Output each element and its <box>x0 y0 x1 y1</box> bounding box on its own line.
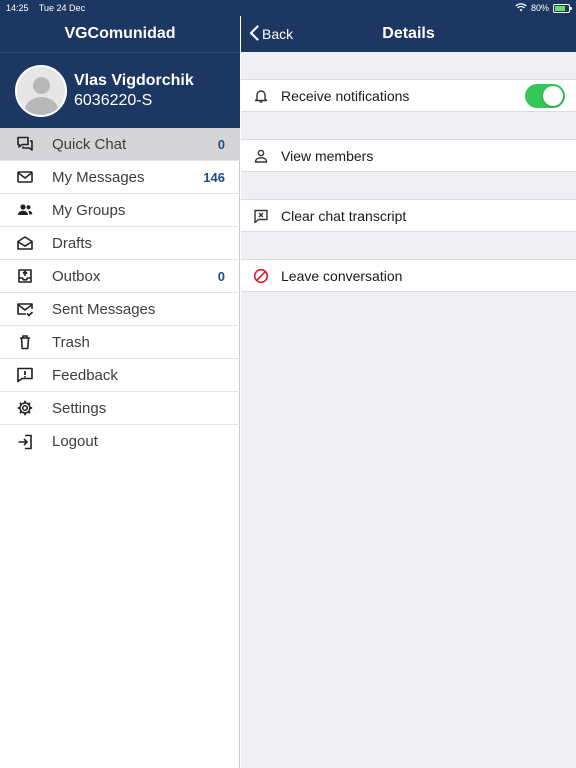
logout-icon <box>16 433 34 451</box>
sidebar-item-label: My Messages <box>52 168 145 186</box>
details-header: Details Back <box>241 16 576 52</box>
avatar <box>15 64 67 117</box>
sidebar-item-my-messages[interactable]: My Messages 146 <box>0 161 240 194</box>
battery-icon <box>553 3 572 13</box>
view-members-row[interactable]: View members <box>241 139 576 172</box>
block-icon <box>253 268 269 284</box>
outbox-count: 0 <box>217 268 225 284</box>
receive-notifications-label: Receive notifications <box>281 87 410 104</box>
wifi-icon <box>515 2 527 14</box>
group-icon <box>16 201 34 219</box>
person-icon <box>253 148 269 164</box>
outbox-icon <box>16 267 34 285</box>
sidebar-item-label: Settings <box>52 399 107 417</box>
clear-chat-transcript-label: Clear chat transcript <box>281 207 407 224</box>
mail-icon <box>16 168 34 186</box>
receive-notifications-row: Receive notifications <box>241 79 576 112</box>
sidebar-item-sent-messages[interactable]: Sent Messages <box>0 293 240 326</box>
back-button[interactable]: Back <box>249 16 293 52</box>
sidebar-item-settings[interactable]: Settings <box>0 392 240 425</box>
sidebar: VGComunidad Vlas Vigdorchik 6036220-S Qu… <box>0 0 240 768</box>
profile-id: 6036220-S <box>74 91 153 109</box>
status-bar: 14:25 Tue 24 Dec 80% <box>0 0 576 16</box>
open-mail-icon <box>16 234 34 252</box>
sidebar-item-label: Sent Messages <box>52 300 156 318</box>
battery-percent: 80% <box>530 3 549 13</box>
notifications-toggle[interactable] <box>525 84 565 108</box>
leave-conversation-label: Leave conversation <box>281 267 403 284</box>
sidebar-item-label: Drafts <box>52 234 93 252</box>
leave-conversation-row[interactable]: Leave conversation <box>241 259 576 292</box>
sidebar-item-label: Outbox <box>52 267 101 285</box>
toggle-knob <box>543 86 563 106</box>
status-bar-left: 14:25 Tue 24 Dec <box>6 3 93 13</box>
sidebar-item-my-groups[interactable]: My Groups <box>0 194 240 227</box>
clear-chat-transcript-row[interactable]: Clear chat transcript <box>241 199 576 232</box>
sent-mail-icon <box>16 300 34 318</box>
sidebar-item-logout[interactable]: Logout <box>0 425 240 458</box>
chat-icon <box>16 135 34 153</box>
profile-name: Vlas Vigdorchik <box>74 71 194 89</box>
view-members-label: View members <box>281 147 374 164</box>
feedback-icon <box>16 366 34 384</box>
sidebar-item-quick-chat[interactable]: Quick Chat 0 <box>0 128 240 161</box>
profile-card[interactable]: Vlas Vigdorchik 6036220-S <box>0 52 240 128</box>
sidebar-item-outbox[interactable]: Outbox 0 <box>0 260 240 293</box>
sidebar-item-label: Trash <box>52 333 90 351</box>
sidebar-item-label: My Groups <box>52 201 126 219</box>
trash-icon <box>16 333 34 351</box>
sidebar-item-drafts[interactable]: Drafts <box>0 227 240 260</box>
back-label: Back <box>262 26 294 42</box>
status-time: 14:25 <box>6 3 29 13</box>
my-messages-count: 146 <box>203 169 225 185</box>
sidebar-item-trash[interactable]: Trash <box>0 326 240 359</box>
bell-icon <box>253 88 269 104</box>
clear-chat-icon <box>253 208 269 224</box>
status-bar-right: 80% <box>515 2 572 14</box>
sidebar-item-label: Logout <box>52 433 98 450</box>
status-date: Tue 24 Dec <box>38 3 86 13</box>
chevron-left-icon <box>249 24 262 44</box>
sidebar-menu: Quick Chat 0 My Messages 146 My Groups D… <box>0 128 240 458</box>
sidebar-item-feedback[interactable]: Feedback <box>0 359 240 392</box>
gear-icon <box>16 399 34 417</box>
quick-chat-count: 0 <box>217 136 225 152</box>
sidebar-item-label: Feedback <box>52 366 118 384</box>
app-title: VGComunidad <box>0 16 240 52</box>
sidebar-item-label: Quick Chat <box>52 135 127 153</box>
details-panel: Details Back Receive notifications View … <box>241 0 576 768</box>
